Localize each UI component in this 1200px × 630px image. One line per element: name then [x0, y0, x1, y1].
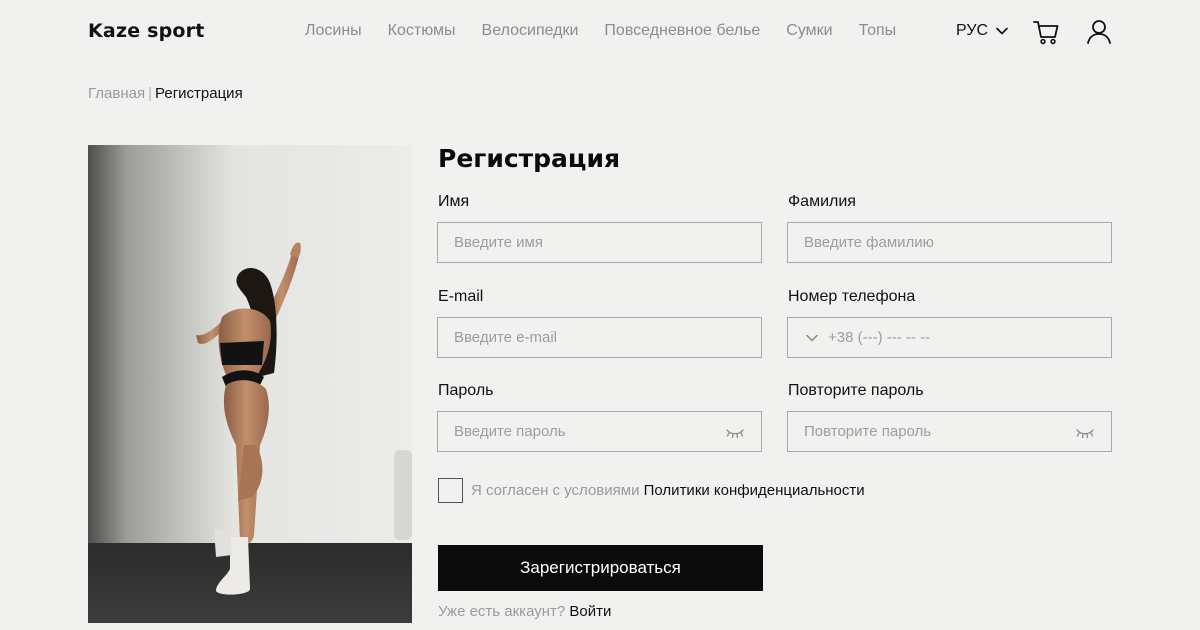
- nav-item-bags[interactable]: Сумки: [786, 22, 832, 40]
- hero-photo: [88, 145, 412, 623]
- last-name-label: Фамилия: [788, 193, 856, 210]
- privacy-policy-link[interactable]: Политики конфиденциальности: [644, 482, 865, 499]
- nav-item-bike-shorts[interactable]: Велосипедки: [482, 22, 579, 40]
- chevron-down-icon: [806, 334, 818, 341]
- phone-input[interactable]: [820, 329, 1111, 346]
- consent-text: Я согласен с условиями Политики конфиден…: [471, 482, 865, 499]
- nav-item-tops[interactable]: Топы: [859, 22, 897, 40]
- email-field[interactable]: [437, 317, 762, 358]
- login-row: Уже есть аккаунт? Войти: [438, 603, 611, 620]
- first-name-input[interactable]: [438, 234, 761, 251]
- eye-closed-icon: [1076, 429, 1094, 439]
- language-label: РУС: [956, 22, 989, 39]
- phone-country-selector[interactable]: [804, 330, 820, 346]
- cart-icon: [1033, 21, 1059, 45]
- password-repeat-visibility-toggle[interactable]: [1075, 426, 1095, 444]
- password-repeat-input[interactable]: [788, 423, 1111, 440]
- password-visibility-toggle[interactable]: [725, 426, 745, 444]
- breadcrumb-home[interactable]: Главная: [88, 85, 145, 102]
- first-name-field[interactable]: [437, 222, 762, 263]
- password-label: Пароль: [438, 382, 494, 399]
- phone-label: Номер телефона: [788, 288, 916, 305]
- nav-item-underwear[interactable]: Повседневное белье: [604, 22, 760, 40]
- consent-row: Я согласен с условиями Политики конфиден…: [438, 478, 865, 503]
- account-button[interactable]: [1086, 18, 1112, 51]
- breadcrumb-separator: |: [148, 85, 152, 102]
- breadcrumb-current: Регистрация: [155, 85, 243, 102]
- chevron-down-icon: [996, 27, 1008, 35]
- cart-button[interactable]: [1032, 18, 1060, 51]
- phone-field[interactable]: [787, 317, 1112, 358]
- password-repeat-field[interactable]: [787, 411, 1112, 452]
- password-repeat-label: Повторите пароль: [788, 382, 924, 399]
- main-nav: Лосины Костюмы Велосипедки Повседневное …: [305, 22, 896, 40]
- register-button[interactable]: Зарегистрироваться: [438, 545, 763, 591]
- form-title: Регистрация: [438, 144, 621, 173]
- email-input[interactable]: [438, 329, 761, 346]
- first-name-label: Имя: [438, 193, 470, 210]
- last-name-field[interactable]: [787, 222, 1112, 263]
- nav-item-leggings[interactable]: Лосины: [305, 22, 362, 40]
- nav-item-suits[interactable]: Костюмы: [388, 22, 456, 40]
- language-selector[interactable]: РУС: [956, 22, 1010, 40]
- site-logo[interactable]: Kaze sport: [88, 20, 205, 42]
- last-name-input[interactable]: [788, 234, 1111, 251]
- eye-closed-icon: [726, 429, 744, 439]
- email-label: E-mail: [438, 288, 484, 305]
- password-field[interactable]: [437, 411, 762, 452]
- login-link[interactable]: Войти: [569, 603, 611, 620]
- consent-prefix: Я согласен с условиями: [471, 482, 640, 499]
- breadcrumb: Главная | Регистрация: [88, 85, 243, 102]
- has-account-text: Уже есть аккаунт?: [438, 603, 566, 620]
- password-input[interactable]: [438, 423, 761, 440]
- consent-checkbox[interactable]: [438, 478, 463, 503]
- user-icon: [1087, 20, 1111, 44]
